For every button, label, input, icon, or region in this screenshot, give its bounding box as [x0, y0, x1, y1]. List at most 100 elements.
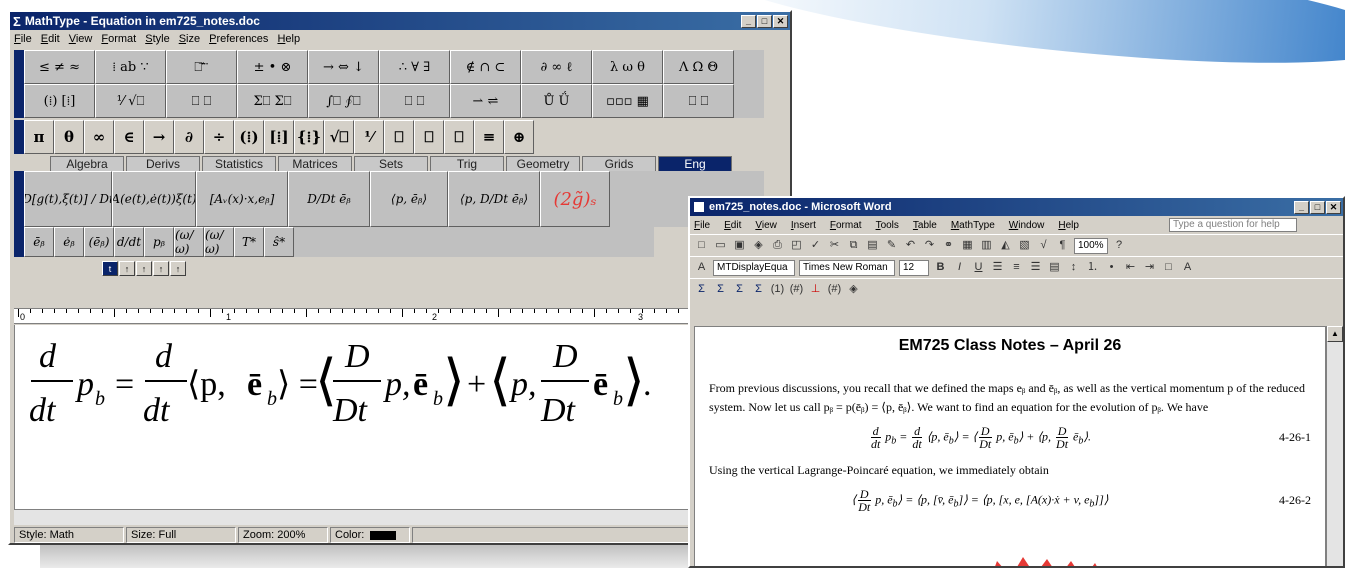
tab-matrices[interactable]: Matrices — [278, 156, 352, 171]
undo-icon[interactable]: ↶ — [903, 238, 918, 253]
paste-icon[interactable]: ▤ — [865, 238, 880, 253]
menu-item-edit[interactable]: Edit — [41, 33, 60, 45]
small-template-button[interactable]: d/dt — [114, 227, 144, 257]
help-search-input[interactable]: Type a question for help — [1169, 218, 1297, 232]
template-button[interactable]: [A(e(t),ė(t))ξ(t)] — [112, 171, 196, 227]
document-page[interactable]: EM725 Class Notes – April 26 From previo… — [694, 326, 1326, 566]
symbol-button[interactable]: ⎕ — [414, 120, 444, 154]
palette-button[interactable]: λ ω θ — [592, 50, 663, 84]
redo-icon[interactable]: ↷ — [922, 238, 937, 253]
word-close-button[interactable]: ✕ — [1326, 200, 1341, 214]
border-icon[interactable]: □ — [1161, 260, 1176, 275]
word-menu-item-edit[interactable]: Edit — [724, 220, 741, 231]
palette-button[interactable]: ∉ ∩ ⊂ — [450, 50, 521, 84]
word-menu-item-tools[interactable]: Tools — [876, 220, 899, 231]
print-icon[interactable]: ⎙ — [770, 238, 785, 253]
hyperlink-icon[interactable]: ⚭ — [941, 238, 956, 253]
tab-grids[interactable]: Grids — [582, 156, 656, 171]
palette-button[interactable]: ⇀ ⇌ — [450, 84, 521, 118]
horizontal-scrollbar[interactable] — [14, 509, 786, 525]
small-template-button[interactable]: ēᵦ — [24, 227, 54, 257]
show-hide-icon[interactable]: ¶ — [1055, 238, 1070, 253]
format-painter-icon[interactable]: ✎ — [884, 238, 899, 253]
word-menu-item-file[interactable]: File — [694, 220, 710, 231]
symbol-button[interactable]: √⎕ — [324, 120, 354, 154]
size-button[interactable]: t — [102, 261, 118, 276]
bold-icon[interactable]: B — [933, 260, 948, 275]
palette-button[interactable]: Λ Ω Θ — [663, 50, 734, 84]
bullets-icon[interactable]: • — [1104, 260, 1119, 275]
equation-editor[interactable]: d dt p b = d dt ⟨p, ē b ⟩ = ⟨ D Dt p, ē … — [14, 325, 786, 509]
spelling-icon[interactable]: ✓ — [808, 238, 823, 253]
table-icon[interactable]: ▦ — [960, 238, 975, 253]
size-button[interactable]: ↑ — [170, 261, 186, 276]
align-left-icon[interactable]: ☰ — [990, 260, 1005, 275]
tab-statistics[interactable]: Statistics — [202, 156, 276, 171]
template-button[interactable]: [Aᵥ(x)·x,eᵦ] — [196, 171, 288, 227]
symbol-button[interactable]: π — [24, 120, 54, 154]
mt-display-icon[interactable]: Σ — [732, 282, 747, 297]
symbol-button[interactable]: ⎕ — [444, 120, 474, 154]
word-menu-item-view[interactable]: View — [755, 220, 777, 231]
symbol-button[interactable]: {⁞} — [294, 120, 324, 154]
symbol-button[interactable]: → — [144, 120, 174, 154]
tab-trig[interactable]: Trig — [430, 156, 504, 171]
justify-icon[interactable]: ▤ — [1047, 260, 1062, 275]
font-select[interactable]: Times New Roman — [799, 259, 895, 276]
palette-button[interactable]: ∫⎕ ∮⎕ — [308, 84, 379, 118]
palette-button[interactable]: ⎕ ⎕ — [166, 84, 237, 118]
symbol-button[interactable]: ⅟ — [354, 120, 384, 154]
palette-button[interactable]: ▫▫▫ ▦ — [592, 84, 663, 118]
small-template-button[interactable]: pᵦ — [144, 227, 174, 257]
mt-web-icon[interactable]: ◈ — [846, 282, 861, 297]
small-template-button[interactable]: (ω/ω) — [174, 227, 204, 257]
cut-icon[interactable]: ✂ — [827, 238, 842, 253]
save-icon[interactable]: ▣ — [732, 238, 747, 253]
symbol-button[interactable]: ≡ — [474, 120, 504, 154]
word-menu-item-insert[interactable]: Insert — [791, 220, 816, 231]
palette-button[interactable]: ∂ ∞ ℓ — [521, 50, 592, 84]
styles-icon[interactable]: A — [694, 260, 709, 275]
palette-button[interactable]: ⎕ ⎕ — [663, 84, 734, 118]
tab-eng[interactable]: Eng — [658, 156, 732, 171]
help-icon[interactable]: ? — [1112, 238, 1127, 253]
palette-button[interactable]: → ⇔ ↓ — [308, 50, 379, 84]
small-template-button[interactable]: ėᵦ — [54, 227, 84, 257]
close-button[interactable]: ✕ — [773, 14, 788, 28]
palette-button[interactable]: (⁞) [⁞] — [24, 84, 95, 118]
scroll-up-button[interactable]: ▲ — [1327, 326, 1343, 342]
tab-sets[interactable]: Sets — [354, 156, 428, 171]
mt-sigma-icon[interactable]: Σ — [694, 282, 709, 297]
decrease-indent-icon[interactable]: ⇤ — [1123, 260, 1138, 275]
line-spacing-icon[interactable]: ↕ — [1066, 260, 1081, 275]
palette-button[interactable]: ⎕ ⃗ ⃛ — [166, 50, 237, 84]
small-template-button[interactable]: T* — [234, 227, 264, 257]
menu-item-format[interactable]: Format — [101, 33, 136, 45]
template-button[interactable]: (2g̃)ₛ — [540, 171, 610, 227]
menu-item-help[interactable]: Help — [277, 33, 300, 45]
italic-icon[interactable]: I — [952, 260, 967, 275]
symbol-button[interactable]: (⁞) — [234, 120, 264, 154]
palette-button[interactable]: ⎕ ⎕ — [379, 84, 450, 118]
word-maximize-button[interactable]: □ — [1310, 200, 1325, 214]
word-menu-item-window[interactable]: Window — [1009, 220, 1045, 231]
menu-item-size[interactable]: Size — [179, 33, 200, 45]
mt-reference-icon[interactable]: (#) — [789, 282, 804, 297]
mt-break-icon[interactable]: ⊥ — [808, 282, 823, 297]
columns-icon[interactable]: ▥ — [979, 238, 994, 253]
word-menu-item-mathtype[interactable]: MathType — [951, 220, 995, 231]
symbol-button[interactable]: ∞ — [84, 120, 114, 154]
size-button[interactable]: ↑ — [119, 261, 135, 276]
word-menu-item-help[interactable]: Help — [1058, 220, 1079, 231]
palette-button[interactable]: Σ⎕ Σ⎕ — [237, 84, 308, 118]
small-template-button[interactable]: (ω/ω) — [204, 227, 234, 257]
symbol-button[interactable]: θ — [54, 120, 84, 154]
increase-indent-icon[interactable]: ⇥ — [1142, 260, 1157, 275]
symbol-button[interactable]: ⊕ — [504, 120, 534, 154]
menu-item-view[interactable]: View — [69, 33, 93, 45]
tab-derivs[interactable]: Derivs — [126, 156, 200, 171]
numbering-icon[interactable]: ⒈ — [1085, 260, 1100, 275]
minimize-button[interactable]: _ — [741, 14, 756, 28]
palette-button[interactable]: ≤ ≠ ≈ — [24, 50, 95, 84]
symbol-button[interactable]: ∂ — [174, 120, 204, 154]
